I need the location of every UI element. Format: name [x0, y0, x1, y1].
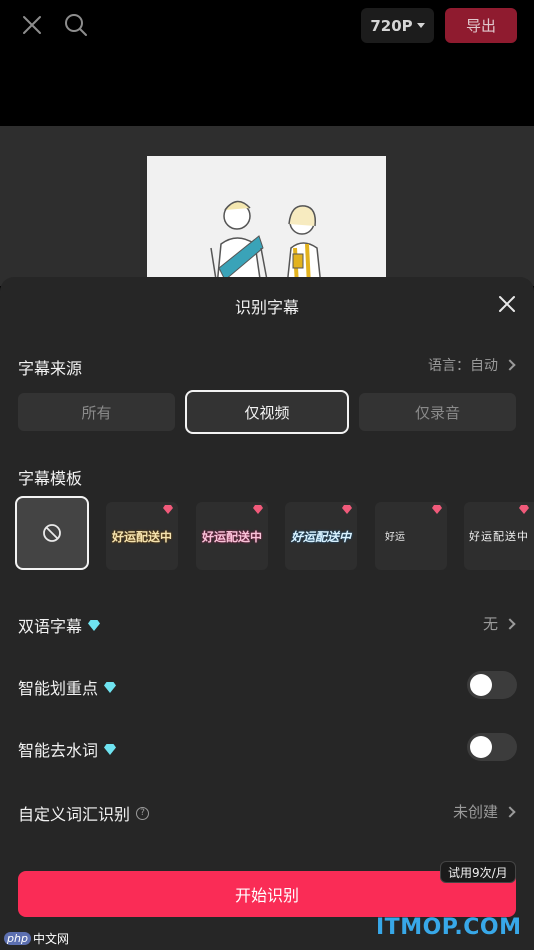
trial-badge: 试用9次/月 [440, 861, 516, 883]
source-label: 字幕来源 [18, 355, 82, 379]
custom-vocab-selector[interactable]: 未创建 [452, 801, 516, 822]
close-icon[interactable] [497, 294, 517, 314]
custom-vocab-label-text: 自定义词汇识别 [18, 805, 131, 824]
template-item[interactable]: 好运配送中 [464, 502, 534, 570]
help-icon[interactable]: ? [136, 806, 150, 820]
resolution-button[interactable]: 720P [361, 8, 434, 43]
export-button[interactable]: 导出 [445, 8, 517, 43]
template-item[interactable]: 好运配送中 [196, 502, 268, 570]
no-template-icon [43, 524, 61, 542]
filler-label: 智能去水词 [18, 737, 117, 761]
custom-vocab-value: 未创建 [452, 803, 498, 821]
diamond-icon [104, 743, 117, 755]
diamond-icon [253, 505, 263, 514]
source-option-all[interactable]: 所有 [18, 393, 175, 431]
highlight-label: 智能划重点 [18, 675, 117, 699]
language-selector[interactable]: 语言：自动 [428, 355, 516, 375]
diamond-icon [163, 505, 173, 514]
chevron-right-icon [504, 617, 516, 630]
custom-vocab-label: 自定义词汇识别 ? [18, 801, 150, 825]
filler-label-text: 智能去水词 [18, 741, 99, 760]
sheet-title: 识别字幕 [234, 298, 299, 317]
video-illustration [210, 200, 322, 286]
template-label: 字幕模板 [18, 465, 82, 489]
template-item[interactable]: 好运 [375, 502, 447, 570]
diamond-icon [342, 505, 352, 514]
subtitle-sheet: 识别字幕 字幕来源 语言：自动 所有 仅视频 仅录音 字幕模板 好运配送中 好运… [0, 277, 534, 950]
template-label-text: 字幕模板 [18, 469, 83, 488]
diamond-icon [432, 505, 442, 514]
toggle-knob [470, 736, 492, 758]
template-preview-text: 好运配送中 [469, 530, 529, 543]
source-option-audio[interactable]: 仅录音 [359, 393, 516, 431]
video-preview[interactable] [147, 156, 386, 286]
watermark-itmop: ITMOP.COM [376, 915, 522, 940]
resolution-label: 720P [370, 16, 413, 35]
bilingual-selector[interactable]: 无 [482, 613, 516, 634]
diamond-icon [519, 505, 529, 514]
template-preview-text: 好运配送中 [111, 530, 172, 544]
highlight-toggle[interactable] [467, 671, 517, 699]
bilingual-label-text: 双语字幕 [18, 617, 83, 636]
bilingual-label: 双语字幕 [18, 613, 101, 637]
source-label-text: 字幕来源 [18, 359, 83, 378]
top-bar: 720P 导出 [0, 0, 534, 52]
watermark-php-logo: php [4, 932, 31, 945]
template-item[interactable]: 好运配送中 [285, 502, 357, 570]
highlight-label-text: 智能划重点 [18, 679, 99, 698]
template-preview-text: 好运 [385, 532, 405, 543]
chevron-right-icon [504, 805, 516, 818]
template-item[interactable]: 好运配送中 [106, 502, 178, 570]
bilingual-value: 无 [482, 615, 498, 633]
template-preview-text: 好运配送中 [290, 530, 351, 544]
template-preview-text: 好运配送中 [201, 530, 262, 544]
watermark-php: php 中文网 [4, 930, 69, 947]
toggle-knob [470, 674, 492, 696]
filler-toggle[interactable] [467, 733, 517, 761]
preview-background [0, 52, 534, 126]
watermark-php-cn: 中文网 [32, 932, 69, 946]
template-none[interactable] [15, 496, 89, 570]
diamond-icon [104, 681, 117, 693]
source-option-video[interactable]: 仅视频 [185, 390, 349, 434]
close-icon[interactable] [20, 13, 44, 37]
diamond-icon [88, 619, 101, 631]
language-text: 语言：自动 [428, 358, 498, 374]
search-icon[interactable] [63, 12, 89, 38]
chevron-right-icon [504, 359, 516, 371]
chevron-down-icon [416, 23, 425, 28]
